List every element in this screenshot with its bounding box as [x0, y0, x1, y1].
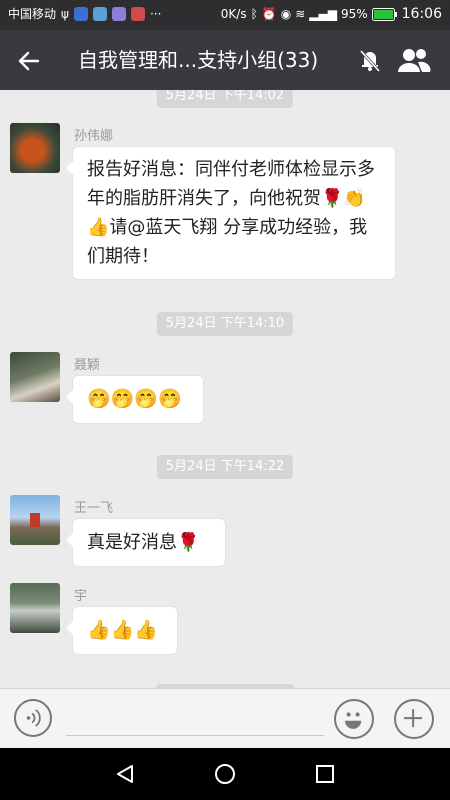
plus-icon[interactable] [394, 699, 434, 739]
more-notifications-icon: ··· [149, 7, 162, 21]
app-icon [130, 7, 145, 21]
timestamp: 5月24日 下午14:22 [156, 455, 294, 479]
message-bubble[interactable]: 真是好消息🌹 [66, 518, 226, 567]
message-bubble[interactable]: 👍👍👍 [66, 606, 178, 655]
message-bubble[interactable]: 🤭🤭🤭🤭 [66, 375, 204, 424]
bluetooth-icon: ᛒ [250, 7, 258, 21]
back-triangle-icon[interactable] [113, 762, 137, 786]
emoji-icon[interactable] [334, 699, 374, 739]
home-circle-icon[interactable] [213, 762, 237, 786]
input-bar [0, 688, 450, 749]
eye-icon: ◉ [280, 7, 292, 21]
sender-name: 宇 [74, 589, 88, 604]
avatar[interactable] [10, 123, 60, 173]
recent-square-icon[interactable] [313, 762, 337, 786]
timestamp: 5月24日 下午14:10 [156, 312, 294, 336]
avatar[interactable] [10, 583, 60, 633]
battery-icon [371, 7, 397, 21]
avatar[interactable] [10, 352, 60, 402]
timestamp: 5月24日 下午14:02 [156, 90, 294, 108]
status-bar: 中国移动 ψ ··· 0K/s ᛒ ⏰ ◉ ≋ ▂▄▆ 95% 16:06 [0, 0, 450, 30]
chat-header: 自我管理和...支持小组(33) [0, 30, 450, 90]
sender-name: 孙伟娜 [74, 129, 114, 144]
carrier-label: 中国移动 [8, 7, 57, 21]
avatar[interactable] [10, 495, 60, 545]
chat-title: 自我管理和...支持小组(33) [78, 48, 319, 72]
signal-icon: ▂▄▆ [309, 7, 337, 21]
message-text: 👍👍👍 [87, 619, 158, 641]
message-bubble[interactable]: 报告好消息：同伴付老师体检显示多年的脂肪肝消失了，向他祝贺🌹👏👍请@蓝天飞翔 分… [66, 146, 396, 280]
navigation-bar [0, 748, 450, 800]
app-icon [92, 7, 107, 21]
sender-name: 聂颖 [74, 358, 101, 373]
shield-app-icon [73, 7, 88, 21]
sign-shape [30, 513, 40, 527]
usb-icon: ψ [61, 7, 69, 21]
voice-icon[interactable] [14, 699, 52, 737]
back-arrow-icon[interactable] [16, 48, 42, 74]
alarm-icon: ⏰ [261, 7, 277, 21]
battery-percent: 95% [340, 7, 368, 21]
mute-bell-icon[interactable] [356, 46, 384, 74]
message-text: 🤭🤭🤭🤭 [87, 388, 182, 410]
chat-area[interactable]: 5月24日 下午14:02 孙伟娜 报告好消息：同伴付老师体检显示多年的脂肪肝消… [0, 90, 450, 688]
sender-name: 王一飞 [74, 501, 114, 516]
message-input[interactable] [66, 735, 324, 736]
group-members-icon[interactable] [396, 46, 432, 74]
app-icon [111, 7, 126, 21]
wifi-icon: ≋ [295, 7, 306, 21]
clock-time: 16:06 [401, 6, 442, 22]
network-speed: 0K/s [220, 7, 247, 21]
